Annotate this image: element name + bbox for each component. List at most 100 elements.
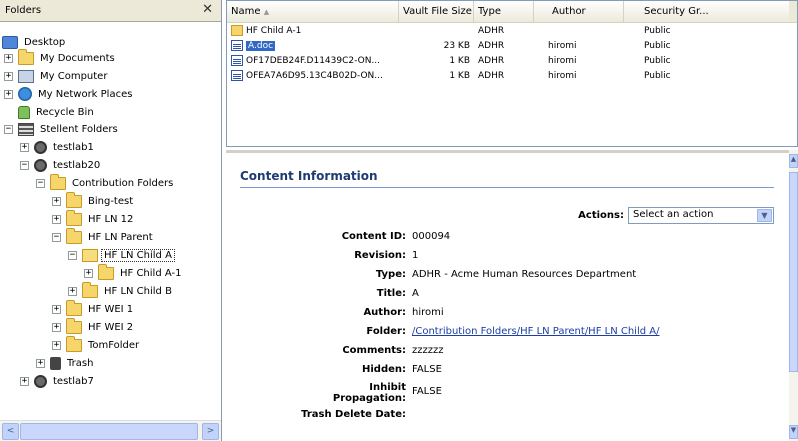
field-value: 000094 [412,231,451,242]
tree-node-recycle-bin[interactable]: Recycle Bin [18,104,96,120]
tree-node-hf-ln-child-b[interactable]: + HF LN Child B [68,281,174,299]
expand-icon[interactable]: + [68,286,77,296]
tree-node-network-places[interactable]: + My Network Places [4,86,134,102]
tree-node-label: Trash [67,357,94,369]
folder-icon [50,173,66,190]
collapse-icon[interactable]: − [36,178,45,188]
scroll-up-icon[interactable]: ▲ [789,154,798,168]
tree-node-contribution-folders[interactable]: − Contribution Folders [36,173,175,191]
expand-icon[interactable]: + [36,358,45,368]
stellent-icon [18,122,34,136]
tree-node-label: Contribution Folders [72,177,174,189]
tree-node-stellent-folders[interactable]: − Stellent Folders [4,121,120,137]
folder-link[interactable]: /Contribution Folders/HF LN Parent/HF LN… [412,326,780,337]
chevron-down-icon[interactable]: ▼ [757,209,772,222]
cell-size: 23 KB [443,40,470,51]
close-icon[interactable]: ✕ [202,2,213,17]
vertical-scrollbar[interactable]: ▲ ▼ [789,150,798,441]
folder-icon [231,25,243,36]
folder-icon [66,317,82,334]
expand-icon[interactable]: + [52,214,61,224]
folder-icon [66,335,82,352]
cell-type: ADHR [478,40,505,51]
expand-icon[interactable]: + [52,196,61,206]
field-label: Trash Delete Date: [301,409,406,420]
field-label: Folder: [366,326,406,337]
content-information-pane: Content Information Actions: Select an a… [226,150,798,441]
collapse-icon[interactable]: − [4,124,13,134]
row-name: A.doc [246,40,276,51]
cell-security: Public [644,25,671,36]
tree-node-label: HF LN Child A [101,248,175,262]
folder-icon [66,299,82,316]
field-label: Comments: [342,345,406,356]
tree-node-hf-ln-child-a[interactable]: − HF LN Child A [68,247,175,263]
tree-node-desktop[interactable]: Desktop [2,34,67,50]
tree-node-hf-wei-2[interactable]: + HF WEI 2 [52,317,135,335]
collapse-icon[interactable]: − [68,250,77,260]
cell-type: ADHR [478,25,505,36]
expand-icon[interactable]: + [4,53,13,63]
scroll-thumb[interactable] [20,423,198,440]
expand-icon[interactable]: + [4,71,13,81]
tree-node-label: Stellent Folders [40,123,118,135]
actions-select[interactable]: Select an action ▼ [628,207,774,224]
collapse-icon[interactable]: − [20,160,29,170]
scroll-down-icon[interactable]: ▼ [789,425,798,439]
list-row[interactable]: OFEA7A6D95.13C4B02D-ON... 1 KB ADHR hiro… [227,68,797,83]
expand-icon[interactable]: + [20,376,29,386]
list-row[interactable]: HF Child A-1 ADHR Public [227,23,797,38]
tree-node-testlab1[interactable]: + testlab1 [20,139,96,155]
tree-node-bing-test[interactable]: + Bing-test [52,191,135,209]
cell-size: 1 KB [449,55,470,66]
scroll-thumb[interactable] [789,172,798,372]
tree-node-trash[interactable]: + Trash [36,355,95,371]
tree-node-testlab20[interactable]: − testlab20 [20,157,102,173]
expand-icon[interactable]: + [20,142,29,152]
column-author[interactable]: Author [534,1,624,22]
tree-node-hf-wei-1[interactable]: + HF WEI 1 [52,299,135,317]
field-label: Revision: [354,250,406,261]
expand-icon[interactable]: + [52,340,61,350]
recycle-bin-icon [18,105,30,119]
cell-author: hiromi [548,55,577,66]
tree-node-tomfolder[interactable]: + TomFolder [52,335,141,353]
tree-node-label: testlab1 [53,141,94,153]
column-type[interactable]: Type [474,1,534,22]
collapse-icon[interactable]: − [52,232,61,242]
list-row[interactable]: OF17DEB24F.D11439C2-ON... 1 KB ADHR hiro… [227,53,797,68]
tree-node-my-computer[interactable]: + My Computer [4,68,109,84]
expand-icon[interactable]: + [84,268,93,278]
tree-node-hf-ln-12[interactable]: + HF LN 12 [52,209,135,227]
row-name: OF17DEB24F.D11439C2-ON... [246,55,381,66]
cell-author: hiromi [548,70,577,81]
field-label-line2: Propagation: [332,393,406,404]
expand-icon[interactable]: + [4,89,13,99]
list-row-selected[interactable]: A.doc 23 KB ADHR hiromi Public [227,38,797,53]
tree-node-hf-ln-parent[interactable]: − HF LN Parent [52,227,155,245]
expand-icon[interactable]: + [52,304,61,314]
column-name[interactable]: Name ▲ [227,1,399,22]
tree-node-my-documents[interactable]: + My Documents [4,48,117,66]
horizontal-scrollbar[interactable]: < > [0,420,221,441]
tree-node-hf-child-a-1[interactable]: + HF Child A-1 [84,263,183,281]
trash-icon [50,356,61,370]
column-security-group[interactable]: Security Gr... [624,1,789,22]
cell-name: OF17DEB24F.D11439C2-ON... [227,55,399,66]
cell-type: ADHR [478,55,505,66]
tree-node-label: TomFolder [88,339,140,351]
tree-node-testlab7[interactable]: + testlab7 [20,373,96,389]
server-icon [34,140,47,154]
row-name: OFEA7A6D95.13C4B02D-ON... [246,70,383,81]
field-comments: Comments: zzzzzz [240,345,780,356]
field-label: Type: [375,269,406,280]
field-label: Inhibit Propagation: [240,382,412,404]
folder-icon [66,227,82,244]
page-title: Content Information [240,169,774,188]
scroll-right-icon[interactable]: > [202,423,219,440]
content-information: Content Information Actions: Select an a… [240,169,774,420]
column-vault-file-size[interactable]: Vault File Size [399,1,474,22]
sort-ascending-icon: ▲ [263,8,270,16]
expand-icon[interactable]: + [52,322,61,332]
scroll-left-icon[interactable]: < [2,423,19,440]
